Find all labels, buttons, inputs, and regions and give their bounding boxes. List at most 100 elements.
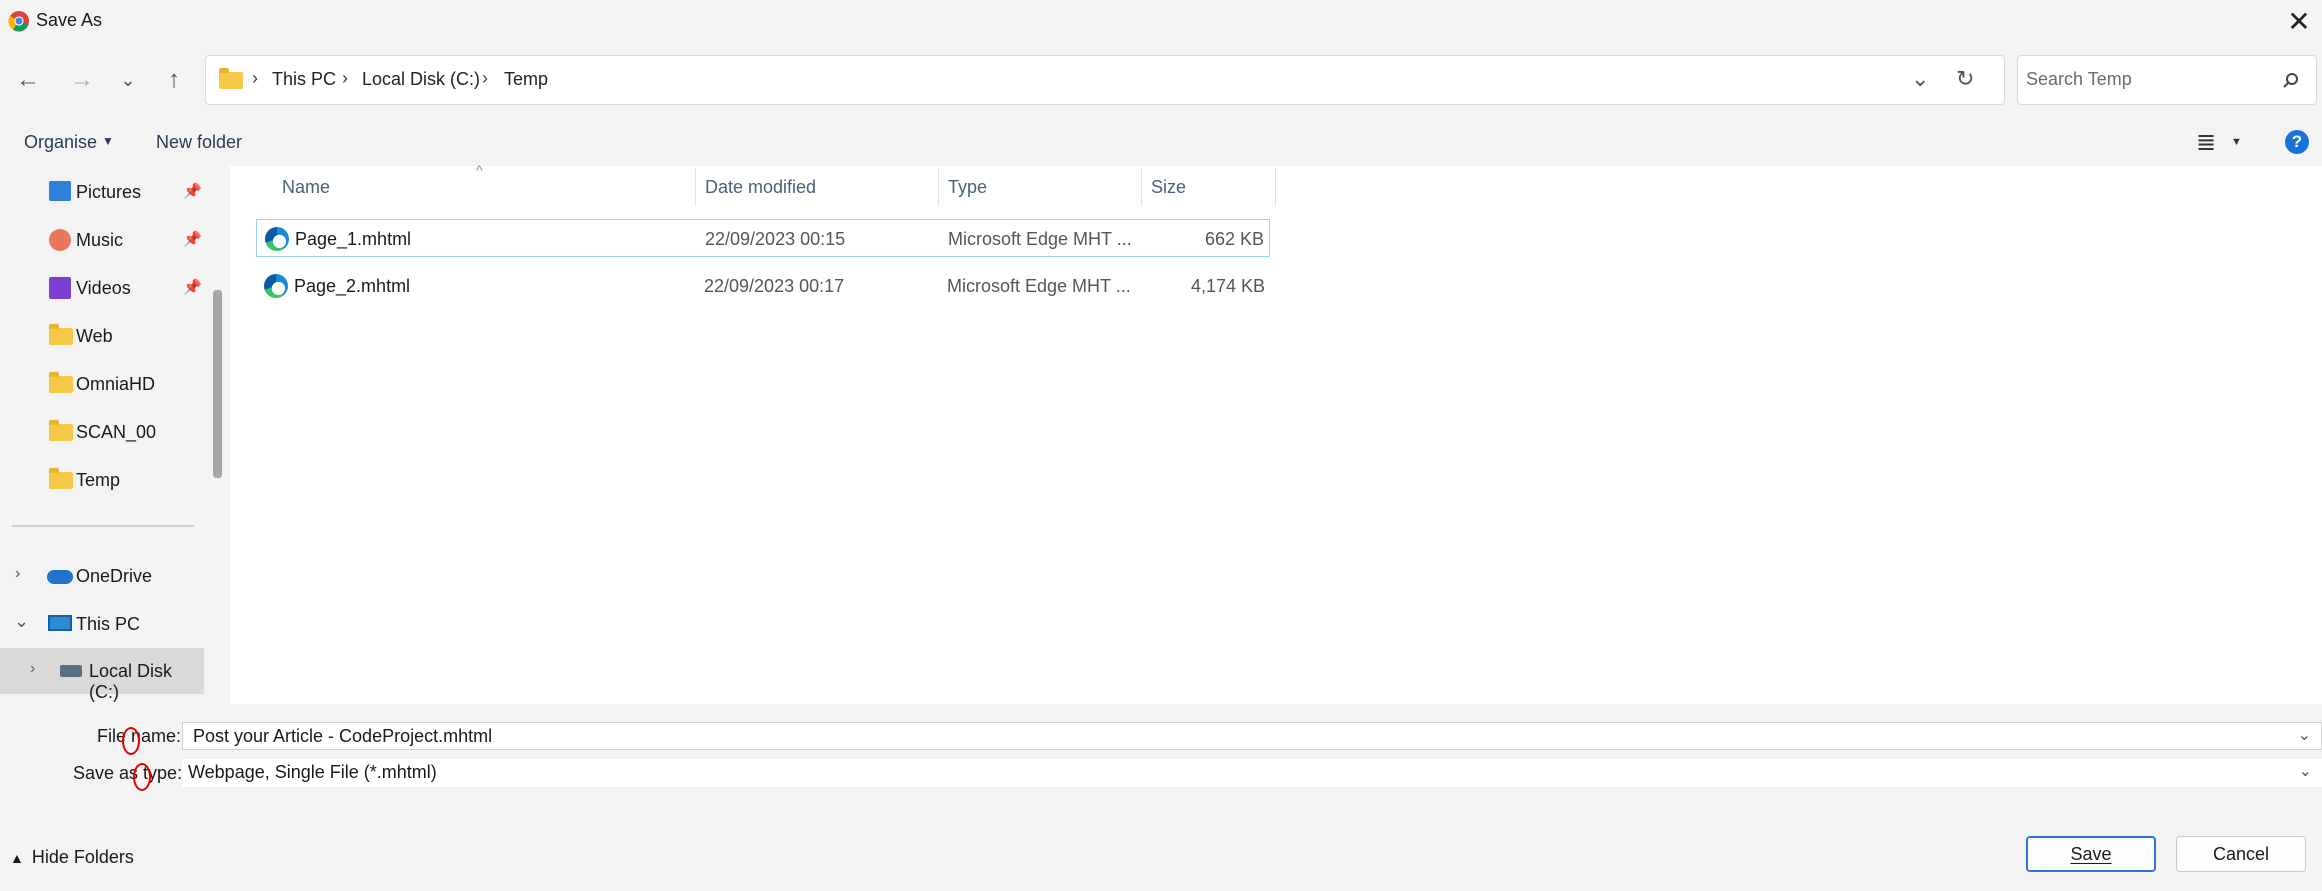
- file-type: Microsoft Edge MHT ...: [947, 276, 1131, 296]
- nav-item-label: Local Disk (C:): [89, 661, 173, 702]
- chevron-right-icon[interactable]: ›: [30, 660, 35, 678]
- folder-icon: [49, 324, 73, 345]
- address-bar[interactable]: › This PC › Local Disk (C:) › Temp ⌄ ↻: [205, 55, 2005, 105]
- nav-item-temp[interactable]: Temp: [0, 457, 205, 503]
- file-row[interactable]: Page_1.mhtml 22/09/2023 00:15 Microsoft …: [256, 219, 1270, 257]
- chevron-down-icon[interactable]: ⌄: [2299, 761, 2312, 781]
- nav-item-music[interactable]: Music 📌: [0, 217, 205, 263]
- organise-button[interactable]: Organise: [24, 132, 97, 153]
- address-dropdown-icon[interactable]: ⌄: [1911, 66, 1929, 92]
- search-icon: [2283, 73, 2298, 88]
- file-row[interactable]: Page_2.mhtml 22/09/2023 00:17 Microsoft …: [256, 267, 1270, 305]
- cloud-icon: [47, 570, 73, 584]
- nav-item-pictures[interactable]: Pictures 📌: [0, 169, 205, 215]
- save-type-value: Webpage, Single File (*.mhtml): [188, 762, 437, 782]
- file-modified: 22/09/2023 00:17: [704, 276, 845, 296]
- nav-item-label: Pictures: [76, 182, 142, 202]
- folder-icon: [49, 372, 73, 393]
- chrome-icon: [8, 11, 29, 32]
- save-type-label: Save as type:: [73, 763, 183, 783]
- nav-item-label: Web: [76, 326, 113, 346]
- nav-item-label: OneDrive: [76, 566, 153, 586]
- breadcrumb-local-disk[interactable]: Local Disk (C:): [362, 69, 480, 90]
- save-type-select[interactable]: Webpage, Single File (*.mhtml) ⌄: [182, 759, 2322, 787]
- pin-icon[interactable]: 📌: [183, 230, 202, 248]
- hide-folders-label: Hide Folders: [31, 847, 134, 867]
- breadcrumb-separator: ›: [342, 68, 348, 88]
- search-input[interactable]: Search Temp: [2026, 69, 2132, 90]
- search-box[interactable]: Search Temp: [2017, 55, 2317, 105]
- close-button[interactable]: ✕: [2276, 0, 2322, 42]
- up-arrow-icon: ↑: [168, 66, 180, 93]
- forward-arrow-icon: →: [70, 66, 94, 93]
- forward-button[interactable]: →: [60, 58, 104, 102]
- nav-divider: [12, 525, 194, 527]
- help-button[interactable]: ?: [2285, 130, 2309, 154]
- chevron-right-icon[interactable]: ›: [15, 565, 20, 583]
- back-arrow-icon: ←: [16, 66, 40, 93]
- caret-down-icon: ▼: [102, 134, 114, 148]
- edge-icon: [264, 274, 288, 298]
- command-bar: Organise ▼ New folder ≣ ▼ ?: [0, 120, 2322, 166]
- chevron-down-icon[interactable]: ⌄: [14, 611, 29, 632]
- nav-item-this-pc[interactable]: ⌄ This PC: [0, 601, 205, 647]
- breadcrumb-this-pc[interactable]: This PC: [272, 69, 336, 90]
- recent-locations-button[interactable]: ⌄: [106, 58, 150, 102]
- pin-icon[interactable]: 📌: [183, 182, 202, 200]
- column-divider[interactable]: [1275, 168, 1276, 206]
- folder-icon: [49, 468, 73, 489]
- column-divider[interactable]: [1141, 168, 1142, 206]
- save-button[interactable]: Save: [2026, 836, 2156, 872]
- column-header-date[interactable]: Date modified: [705, 177, 816, 198]
- column-header-size[interactable]: Size: [1151, 177, 1186, 198]
- title-bar: [0, 0, 2322, 42]
- back-button[interactable]: ←: [6, 58, 50, 102]
- nav-scrollbar[interactable]: [213, 290, 222, 478]
- column-divider[interactable]: [938, 168, 939, 206]
- hide-folders-button[interactable]: ▲ Hide Folders: [10, 847, 134, 868]
- nav-item-label: OmniaHD: [76, 374, 156, 394]
- chevron-down-icon[interactable]: ⌄: [2298, 725, 2311, 745]
- annotation-circle: [133, 763, 151, 791]
- music-icon: [49, 229, 71, 251]
- breadcrumb-separator: ›: [252, 68, 258, 88]
- view-options-icon[interactable]: ≣: [2196, 128, 2216, 157]
- file-name: Page_2.mhtml: [294, 276, 411, 296]
- close-icon: ✕: [2287, 5, 2311, 37]
- nav-item-scan-00[interactable]: SCAN_00: [0, 409, 205, 455]
- cancel-button[interactable]: Cancel: [2176, 836, 2306, 872]
- new-folder-button[interactable]: New folder: [156, 132, 242, 153]
- sort-ascending-icon: ^: [476, 162, 483, 178]
- filename-field[interactable]: Post your Article - CodeProject.mhtml ⌄: [182, 722, 2322, 750]
- nav-item-label: This PC: [76, 614, 141, 634]
- caret-down-icon[interactable]: ▼: [2231, 136, 2242, 148]
- chevron-down-icon: ⌄: [120, 69, 136, 90]
- column-header-name[interactable]: Name: [282, 177, 330, 198]
- column-divider[interactable]: [695, 168, 696, 206]
- up-button[interactable]: ↑: [152, 58, 196, 102]
- breadcrumb-temp[interactable]: Temp: [504, 69, 548, 90]
- pictures-icon: [49, 181, 71, 201]
- nav-item-local-disk[interactable]: › Local Disk (C:): [0, 648, 204, 702]
- file-type: Microsoft Edge MHT ...: [948, 229, 1132, 249]
- drive-icon: [60, 665, 82, 677]
- filename-input[interactable]: Post your Article - CodeProject.mhtml: [193, 726, 492, 747]
- pin-icon[interactable]: 📌: [183, 278, 202, 296]
- nav-item-onedrive[interactable]: › OneDrive: [0, 553, 205, 599]
- nav-item-web[interactable]: Web: [0, 313, 205, 359]
- file-size: 662 KB: [1204, 229, 1264, 249]
- refresh-icon[interactable]: ↻: [1956, 66, 1974, 92]
- nav-item-label: Videos: [76, 278, 131, 298]
- videos-icon: [49, 277, 71, 299]
- nav-item-videos[interactable]: Videos 📌: [0, 265, 205, 311]
- chevron-up-icon: ▲: [10, 849, 24, 866]
- nav-item-label: Temp: [76, 470, 121, 490]
- nav-item-label: Music: [76, 230, 124, 250]
- nav-item-label: SCAN_00: [76, 422, 157, 442]
- file-modified: 22/09/2023 00:15: [705, 229, 846, 249]
- column-header-type[interactable]: Type: [948, 177, 987, 198]
- window-title: Save As: [36, 10, 103, 30]
- computer-icon: [48, 615, 72, 631]
- folder-icon: [49, 420, 73, 441]
- nav-item-omniahd[interactable]: OmniaHD: [0, 361, 205, 407]
